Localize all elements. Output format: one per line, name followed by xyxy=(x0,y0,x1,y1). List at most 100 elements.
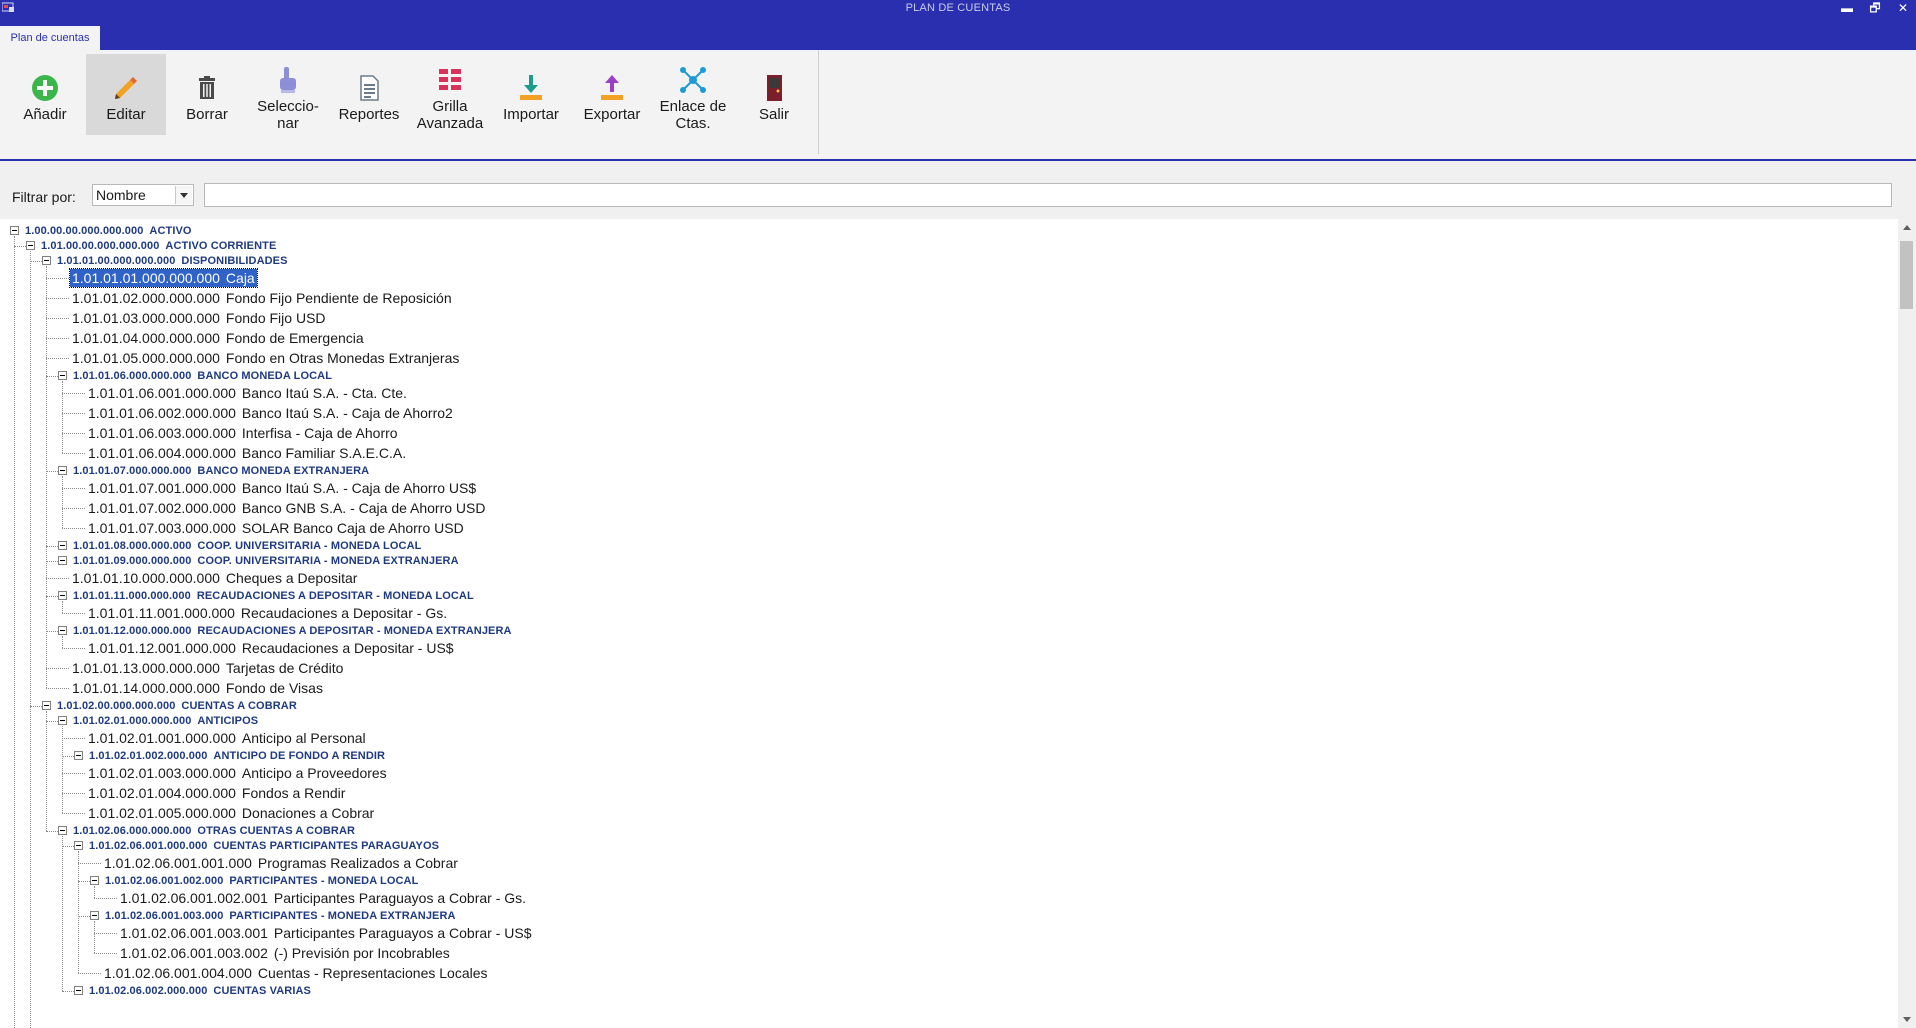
account-label[interactable]: 1.01.01.12.001.000.000 Recaudaciones a De… xyxy=(86,639,456,657)
collapse-toggle-icon[interactable] xyxy=(58,556,67,565)
tab-plan-de-cuentas[interactable]: Plan de cuentas xyxy=(0,26,100,50)
export-button[interactable]: Exportar xyxy=(572,54,652,135)
account-name: BANCO MONEDA EXTRANJERA xyxy=(197,465,370,477)
account-label[interactable]: 1.01.01.01.000.000.000 Caja xyxy=(69,268,258,288)
account-label[interactable]: 1.01.01.02.000.000.000 Fondo Fijo Pendien… xyxy=(70,289,454,307)
advanced-grid-button[interactable]: Grilla Avanzada xyxy=(410,54,490,135)
account-code: 1.01.01.07.002.000.000 xyxy=(88,500,236,516)
account-label[interactable]: 1.01.02.06.001.002.001 Participantes Para… xyxy=(118,889,528,907)
account-label[interactable]: 1.01.02.06.001.001.000 Programas Realizad… xyxy=(102,854,460,872)
collapse-toggle-icon[interactable] xyxy=(58,826,67,835)
tree-connector xyxy=(46,831,58,832)
collapse-toggle-icon[interactable] xyxy=(58,626,67,635)
account-label[interactable]: 1.01.01.12.000.000.000 RECAUDACIONES A DE… xyxy=(71,622,514,640)
tree-connector xyxy=(14,236,15,1028)
filter-label: Filtrar por: xyxy=(12,189,76,205)
account-label[interactable]: 1.01.01.09.000.000.000 COOP. UNIVERSITARI… xyxy=(71,552,461,570)
account-name: Fondos a Rendir xyxy=(241,785,346,801)
account-label[interactable]: 1.01.01.06.002.000.000 Banco Itaú S.A. - … xyxy=(86,404,455,422)
account-label[interactable]: 1.01.01.06.004.000.000 Banco Familiar S.A… xyxy=(86,444,408,462)
filter-field-select[interactable]: Nombre xyxy=(92,184,194,206)
edit-button[interactable]: Editar xyxy=(86,54,166,135)
account-name: DISPONIBILIDADES xyxy=(181,255,288,267)
chevron-down-icon[interactable] xyxy=(175,186,192,204)
account-label[interactable]: 1.01.01.07.000.000.000 BANCO MONEDA EXTRA… xyxy=(71,462,371,480)
account-label[interactable]: 1.01.01.00.000.000.000 DISPONIBILIDADES xyxy=(55,252,290,270)
tree-connector xyxy=(46,318,69,319)
import-button-label: Importar xyxy=(503,106,559,123)
collapse-toggle-icon[interactable] xyxy=(74,986,83,995)
account-label[interactable]: 1.01.02.06.001.000.000 CUENTAS PARTICIPAN… xyxy=(87,837,441,855)
account-name: Interfisa - Caja de Ahorro xyxy=(241,425,398,441)
account-label[interactable]: 1.01.01.13.000.000.000 Tarjetas de Crédit… xyxy=(70,659,345,677)
accounts-tree[interactable]: 1.00.00.00.000.000.000 ACTIVO 1.01.00.00.0… xyxy=(0,219,1898,1028)
select-button[interactable]: Seleccio- nar xyxy=(248,54,328,135)
account-code: 1.01.02.06.001.000.000 xyxy=(89,840,208,852)
account-code: 1.01.01.03.000.000.000 xyxy=(72,310,220,326)
tree-connector xyxy=(46,561,58,562)
collapse-toggle-icon[interactable] xyxy=(42,256,51,265)
minimize-button[interactable]: ▬ xyxy=(1840,0,1854,17)
account-label[interactable]: 1.01.02.06.001.002.000 PARTICIPANTES - MO… xyxy=(103,872,420,890)
account-label[interactable]: 1.01.01.05.000.000.000 Fondo en Otras Mon… xyxy=(70,349,461,367)
scroll-down-icon[interactable] xyxy=(1898,1011,1916,1028)
collapse-toggle-icon[interactable] xyxy=(58,371,67,380)
collapse-toggle-icon[interactable] xyxy=(90,876,99,885)
import-button[interactable]: Importar xyxy=(491,54,571,135)
account-label[interactable]: 1.01.02.01.003.000.000 Anticipo a Proveed… xyxy=(86,764,389,782)
account-label[interactable]: 1.01.01.04.000.000.000 Fondo de Emergenci… xyxy=(70,329,366,347)
collapse-toggle-icon[interactable] xyxy=(58,541,67,550)
account-label[interactable]: 1.01.02.01.001.000.000 Anticipo al Person… xyxy=(86,729,368,747)
collapse-toggle-icon[interactable] xyxy=(10,226,19,235)
account-label[interactable]: 1.01.02.06.001.003.001 Participantes Para… xyxy=(118,924,534,942)
account-label[interactable]: 1.01.01.14.000.000.000 Fondo de Visas xyxy=(70,679,325,697)
account-link-button[interactable]: Enlace de Ctas. xyxy=(653,54,733,135)
account-label[interactable]: 1.01.02.06.002.000.000 CUENTAS VARIAS xyxy=(87,982,313,1000)
account-label[interactable]: 1.01.01.07.002.000.000 Banco GNB S.A. - C… xyxy=(86,499,487,517)
account-label[interactable]: 1.01.01.11.000.000.000 RECAUDACIONES A DE… xyxy=(71,587,476,605)
account-label[interactable]: 1.01.01.10.000.000.000 Cheques a Deposita… xyxy=(70,569,359,587)
tree-connector xyxy=(46,266,47,688)
collapse-toggle-icon[interactable] xyxy=(58,716,67,725)
account-label[interactable]: 1.01.01.06.001.000.000 Banco Itaú S.A. - … xyxy=(86,384,409,402)
scroll-up-icon[interactable] xyxy=(1898,219,1916,236)
account-name: PARTICIPANTES - MONEDA LOCAL xyxy=(229,875,419,887)
collapse-toggle-icon[interactable] xyxy=(26,241,35,250)
account-label[interactable]: 1.01.02.06.001.003.000 PARTICIPANTES - MO… xyxy=(103,907,458,925)
reports-button[interactable]: Reportes xyxy=(329,54,409,135)
account-label[interactable]: 1.01.02.06.001.004.000 Cuentas - Represen… xyxy=(102,964,490,982)
account-label[interactable]: 1.01.01.07.003.000.000 SOLAR Banco Caja d… xyxy=(86,519,466,537)
account-label[interactable]: 1.01.02.01.004.000.000 Fondos a Rendir xyxy=(86,784,347,802)
account-label[interactable]: 1.01.02.01.000.000.000 ANTICIPOS xyxy=(71,712,260,730)
tree-connector xyxy=(62,636,63,648)
account-label[interactable]: 1.01.01.11.001.000.000 Recaudaciones a De… xyxy=(86,604,449,622)
add-button[interactable]: Añadir xyxy=(5,54,85,135)
account-label[interactable]: 1.01.01.06.000.000.000 BANCO MONEDA LOCAL xyxy=(71,367,334,385)
ribbon-tab-strip: Plan de cuentas xyxy=(0,17,1916,50)
account-label[interactable]: 1.01.01.03.000.000.000 Fondo Fijo USD xyxy=(70,309,328,327)
tree-connector xyxy=(94,898,117,899)
vertical-scrollbar[interactable] xyxy=(1898,219,1916,1028)
collapse-toggle-icon[interactable] xyxy=(74,751,83,760)
collapse-toggle-icon[interactable] xyxy=(90,911,99,920)
account-code: 1.01.01.13.000.000.000 xyxy=(72,660,220,676)
account-label[interactable]: 1.01.01.06.003.000.000 Interfisa - Caja d… xyxy=(86,424,400,442)
restore-button[interactable]: 🗗 xyxy=(1868,0,1882,17)
scroll-thumb[interactable] xyxy=(1900,241,1913,309)
collapse-toggle-icon[interactable] xyxy=(74,841,83,850)
filter-text-input[interactable] xyxy=(204,183,1892,207)
add-button-label: Añadir xyxy=(23,106,67,123)
account-code: 1.01.01.06.000.000.000 xyxy=(73,370,192,382)
exit-button[interactable]: Salir xyxy=(734,54,814,135)
collapse-toggle-icon[interactable] xyxy=(58,591,67,600)
account-label[interactable]: 1.01.01.07.001.000.000 Banco Itaú S.A. - … xyxy=(86,479,478,497)
account-label[interactable]: 1.01.02.06.001.003.002 (-) Previsión por … xyxy=(118,944,452,962)
delete-button[interactable]: Borrar xyxy=(167,54,247,135)
account-label[interactable]: 1.01.02.01.005.000.000 Donaciones a Cobra… xyxy=(86,804,376,822)
collapse-toggle-icon[interactable] xyxy=(58,466,67,475)
collapse-toggle-icon[interactable] xyxy=(42,701,51,710)
account-label[interactable]: 1.01.02.01.002.000.000 ANTICIPO DE FONDO … xyxy=(87,747,387,765)
close-button[interactable]: ✕ xyxy=(1896,0,1910,17)
account-name: Banco Itaú S.A. - Cta. Cte. xyxy=(241,385,407,401)
tree-connector xyxy=(46,546,58,547)
